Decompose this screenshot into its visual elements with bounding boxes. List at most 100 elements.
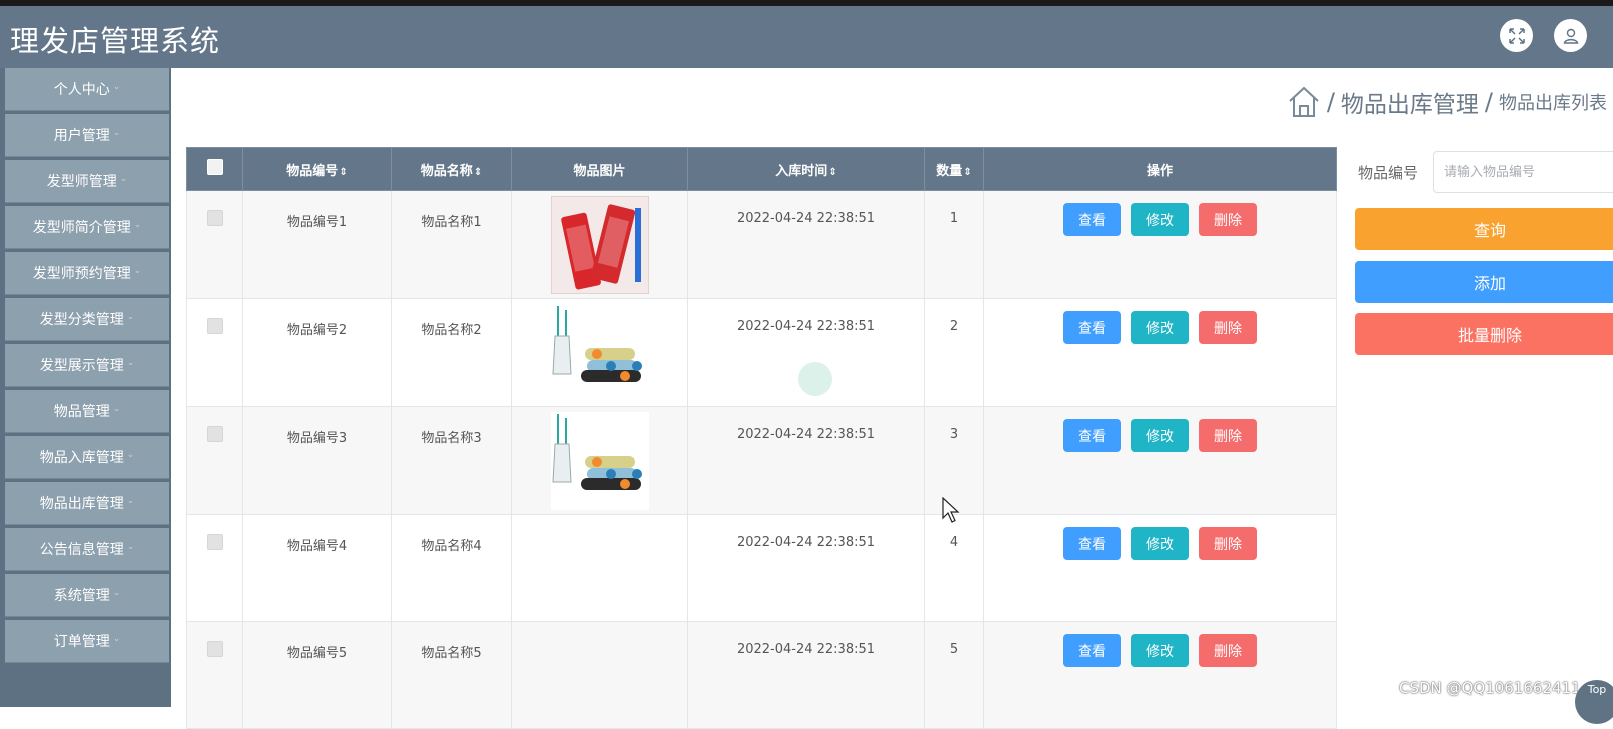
quantity: 2 [949, 319, 959, 334]
item-code: 物品编号1 [286, 215, 348, 230]
chevron-down-icon: ⌄ [112, 588, 121, 598]
sidebar-item-label: 物品入库管理 [39, 450, 124, 466]
item-code: 物品编号5 [286, 646, 348, 661]
stock-in-time: 2022-04-24 22:38:51 [736, 319, 876, 334]
row-select-cell [186, 406, 243, 515]
header-qty[interactable]: 数量⇕ [924, 147, 984, 191]
header-image: 物品图片 [511, 147, 688, 191]
add-button[interactable]: 添加 [1355, 261, 1613, 303]
view-button[interactable]: 查看 [1063, 311, 1121, 344]
time-cell: 2022-04-24 22:38:51 [687, 406, 925, 515]
sidebar-item-label: 公告信息管理 [39, 542, 124, 558]
chevron-down-icon: ⌄ [112, 404, 121, 414]
image-cell [511, 406, 688, 515]
edit-button[interactable]: 修改 [1131, 419, 1189, 452]
sidebar: 个人中心 ⌄ 用户管理 ⌄ 发型师管理 ⌄ 发型师简介管理 ⌄ 发型师预约管理 ⌄ 发型分… [0, 68, 171, 707]
time-cell: 2022-04-24 22:38:51 [687, 621, 925, 729]
header-ops: 操作 [983, 147, 1337, 191]
item-code: 物品编号4 [286, 539, 348, 554]
time-cell: 2022-04-24 22:38:51 [687, 514, 925, 622]
qty-cell: 4 [924, 514, 984, 622]
view-button[interactable]: 查看 [1063, 203, 1121, 236]
code-cell: 物品编号4 [242, 514, 392, 622]
sidebar-item-stock-out[interactable]: 物品出库管理 ⌄ [5, 482, 169, 525]
sidebar-item-announcements[interactable]: 公告信息管理 ⌄ [5, 528, 169, 571]
sidebar-item-hairstyle-categories[interactable]: 发型分类管理 ⌄ [5, 298, 169, 341]
stock-in-time: 2022-04-24 22:38:51 [736, 211, 876, 226]
chevron-down-icon: ⌄ [126, 358, 135, 368]
chevron-down-icon: ⌄ [119, 174, 128, 184]
edit-button[interactable]: 修改 [1131, 527, 1189, 560]
sidebar-item-hairstyle-showcase[interactable]: 发型展示管理 ⌄ [5, 344, 169, 387]
sidebar-item-label: 发型师管理 [46, 174, 117, 190]
quantity: 1 [949, 211, 959, 226]
row-checkbox[interactable] [206, 641, 223, 657]
header-select-all[interactable] [186, 147, 243, 191]
edit-button[interactable]: 修改 [1131, 634, 1189, 667]
row-checkbox[interactable] [206, 210, 223, 226]
sort-icon[interactable]: ⇕ [963, 167, 971, 178]
time-cell: 2022-04-24 22:38:51 [687, 190, 925, 299]
breadcrumb-level1[interactable]: 物品出库管理 [1341, 85, 1479, 119]
sidebar-item-stylist-appointments[interactable]: 发型师预约管理 ⌄ [5, 252, 169, 295]
ops-cell: 查看 修改 删除 [983, 190, 1337, 299]
row-checkbox[interactable] [206, 318, 223, 334]
edit-button[interactable]: 修改 [1131, 203, 1189, 236]
qty-cell: 2 [924, 298, 984, 407]
item-code-search-input[interactable] [1433, 151, 1613, 193]
delete-button[interactable]: 删除 [1199, 311, 1257, 344]
breadcrumb-separator: / [1484, 88, 1493, 116]
row-select-cell [186, 298, 243, 407]
trash-bags-image[interactable] [550, 304, 649, 402]
code-cell: 物品编号5 [242, 621, 392, 729]
header-name[interactable]: 物品名称⇕ [391, 147, 512, 191]
stock-out-table: 物品编号⇕ 物品名称⇕ 物品图片 入库时间⇕ 数量⇕ 操作 物品编号1 物品名称… [186, 147, 1337, 729]
header-label: 数量 [936, 163, 963, 179]
sort-icon[interactable]: ⇕ [828, 167, 836, 178]
name-cell: 物品名称5 [391, 621, 512, 729]
select-all-checkbox[interactable] [206, 159, 223, 175]
user-button[interactable] [1554, 19, 1587, 52]
app-title: 理发店管理系统 [10, 24, 221, 58]
fullscreen-button[interactable] [1500, 19, 1533, 52]
sidebar-item-stylist-profiles[interactable]: 发型师简介管理 ⌄ [5, 206, 169, 249]
sort-icon[interactable]: ⇕ [339, 167, 347, 178]
click-ripple [798, 362, 832, 396]
toothpaste-image[interactable] [550, 195, 649, 295]
chevron-down-icon: ⌄ [112, 82, 121, 92]
batch-delete-button[interactable]: 批量删除 [1355, 313, 1613, 355]
delete-button[interactable]: 删除 [1199, 203, 1257, 236]
header-code[interactable]: 物品编号⇕ [242, 147, 392, 191]
trash-bags-image[interactable] [550, 412, 649, 510]
view-button[interactable]: 查看 [1063, 634, 1121, 667]
back-to-top-button[interactable]: Top [1575, 680, 1613, 724]
sort-icon[interactable]: ⇕ [474, 167, 482, 178]
chevron-down-icon: ⌄ [112, 128, 121, 138]
delete-button[interactable]: 删除 [1199, 634, 1257, 667]
home-icon[interactable] [1287, 85, 1321, 119]
sidebar-item-stylists[interactable]: 发型师管理 ⌄ [5, 160, 169, 203]
view-button[interactable]: 查看 [1063, 527, 1121, 560]
sidebar-item-orders[interactable]: 订单管理 ⌄ [5, 620, 169, 663]
header-time[interactable]: 入库时间⇕ [687, 147, 925, 191]
row-checkbox[interactable] [206, 534, 223, 550]
query-button[interactable]: 查询 [1355, 208, 1613, 250]
stock-in-time: 2022-04-24 22:38:51 [736, 535, 876, 550]
row-checkbox[interactable] [206, 426, 223, 442]
row-select-cell [186, 190, 243, 299]
delete-button[interactable]: 删除 [1199, 527, 1257, 560]
sidebar-item-system[interactable]: 系统管理 ⌄ [5, 574, 169, 617]
chevron-down-icon: ⌄ [126, 542, 135, 552]
view-button[interactable]: 查看 [1063, 419, 1121, 452]
sidebar-item-stock-in[interactable]: 物品入库管理 ⌄ [5, 436, 169, 479]
sidebar-item-items[interactable]: 物品管理 ⌄ [5, 390, 169, 433]
ops-cell: 查看 修改 删除 [983, 621, 1337, 729]
sidebar-item-users[interactable]: 用户管理 ⌄ [5, 114, 169, 157]
row-select-cell [186, 514, 243, 622]
edit-button[interactable]: 修改 [1131, 311, 1189, 344]
image-cell [511, 298, 688, 407]
image-cell [511, 621, 688, 729]
sidebar-item-personal-center[interactable]: 个人中心 ⌄ [5, 68, 169, 111]
name-cell: 物品名称2 [391, 298, 512, 407]
delete-button[interactable]: 删除 [1199, 419, 1257, 452]
